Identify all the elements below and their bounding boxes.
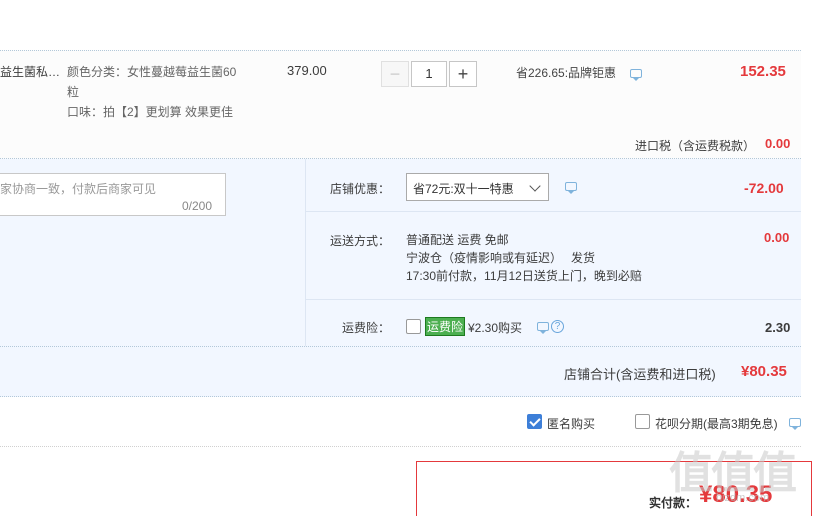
watermark-site: hizdm.com [716, 492, 770, 504]
shop-discount-label: 店铺优惠： [330, 182, 391, 196]
shop-discount-value: -72.00 [744, 180, 784, 196]
item-sku-line1: 颜色分类：女性蔓越莓益生菌60 [67, 65, 237, 79]
insurance-price: ¥2.30购买 [468, 321, 523, 335]
item-discount: 省226.65:品牌钜惠 [516, 66, 617, 80]
anonymous-checkbox[interactable] [527, 414, 542, 429]
seller-message-input[interactable]: 家协商一致，付款后商家可见 0/200 [0, 173, 226, 216]
order-options-panel: 家协商一致，付款后商家可见 0/200 [0, 159, 801, 346]
item-subtotal: 152.35 [740, 63, 786, 80]
item-sku-line3: 口味：拍【2】更划算 效果更佳 [67, 105, 234, 119]
quantity-decrease-button[interactable]: − [381, 61, 409, 87]
shipping-line2: 宁波仓（疫情影响或有延迟） [406, 251, 563, 265]
chat-icon[interactable] [565, 182, 577, 194]
shipping-line3: 17:30前付款，11月12日送货上门，晚到必赔 [406, 269, 642, 283]
quantity-increase-button[interactable]: + [449, 61, 477, 87]
shop-discount-selected: 省72元:双十一特惠 [413, 182, 514, 196]
shipping-line2-suffix: 发货 [571, 251, 596, 265]
message-placeholder: 家协商一致，付款后商家可见 [0, 182, 157, 196]
row-divider [306, 211, 801, 212]
shop-discount-select[interactable]: 省72元:双十一特惠 [406, 173, 549, 201]
import-tax-label: 进口税（含运费税款） [635, 139, 756, 153]
anonymous-label[interactable]: 匿名购买 [547, 415, 595, 432]
item-sku-line2: 粒 [67, 85, 80, 99]
import-tax-value: 0.00 [765, 136, 791, 151]
item-unit-price: 379.00 [287, 63, 327, 78]
item-title[interactable]: 益生菌私… [0, 63, 60, 80]
quantity-input[interactable]: 1 [411, 61, 447, 87]
insurance-checkbox[interactable] [406, 319, 421, 334]
shipping-label: 运送方式： [330, 234, 391, 248]
chat-icon[interactable] [630, 69, 642, 81]
row-divider [306, 299, 801, 300]
chat-icon[interactable] [789, 418, 801, 430]
chevron-down-icon [529, 180, 541, 192]
shop-total-value: ¥80.35 [741, 363, 787, 380]
insurance-value: 2.30 [765, 320, 791, 335]
message-counter: 0/200 [182, 199, 213, 213]
huabei-label[interactable]: 花呗分期(最高3期免息) [655, 415, 778, 432]
shipping-value: 0.00 [764, 230, 790, 245]
help-question-icon[interactable]: ? [551, 320, 564, 333]
huabei-checkbox[interactable] [635, 414, 650, 429]
shipping-line1: 普通配送 运费 免邮 [406, 233, 509, 247]
chat-icon[interactable] [537, 322, 549, 334]
insurance-badge: 运费险 [424, 317, 466, 336]
shop-total-label: 店铺合计(含运费和进口税) [564, 367, 716, 382]
panel-divider [305, 159, 306, 346]
insurance-label: 运费险： [342, 321, 391, 335]
